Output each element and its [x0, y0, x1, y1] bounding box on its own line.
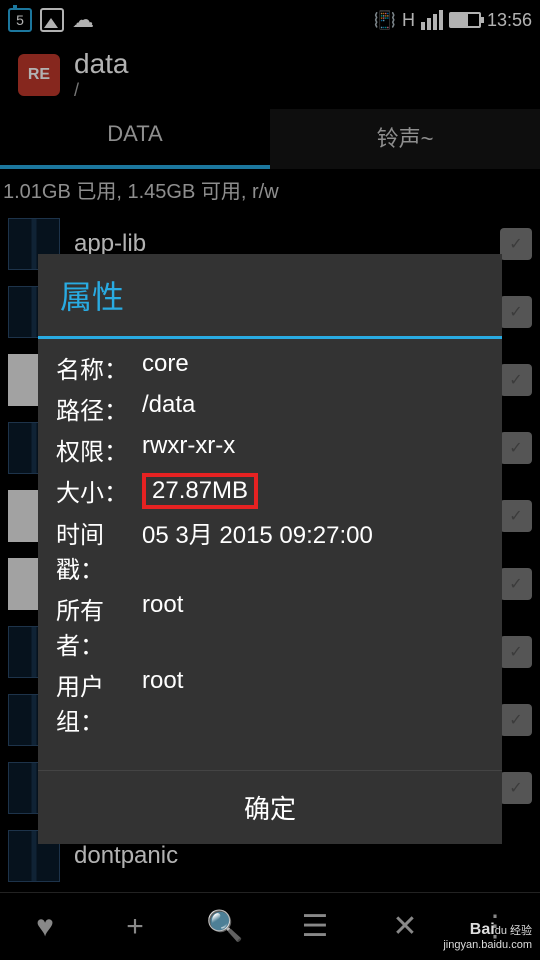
heart-icon: ♥: [36, 910, 54, 944]
watermark: Baidu 经验 jingyan.baidu.com: [443, 920, 532, 952]
prop-value-name: core: [142, 350, 484, 385]
prop-label-size: 大小：: [56, 473, 142, 509]
add-button[interactable]: +: [90, 893, 180, 960]
plus-icon: +: [126, 910, 144, 944]
favorite-button[interactable]: ♥: [0, 893, 90, 960]
search-button[interactable]: 🔍: [180, 893, 270, 960]
dialog-title: 属性: [38, 254, 502, 339]
prop-value-path: /data: [142, 391, 484, 426]
dialog-overlay: 属性 名称： core 路径： /data 权限： rwxr-xr-x 大小： …: [0, 0, 540, 960]
prop-label-path: 路径：: [56, 391, 142, 426]
prop-value-size: 27.87MB: [142, 473, 484, 509]
prop-label-group: 用户组：: [56, 667, 142, 737]
prop-value-timestamp: 05 3月 2015 09:27:00: [142, 515, 484, 585]
properties-dialog: 属性 名称： core 路径： /data 权限： rwxr-xr-x 大小： …: [38, 254, 502, 844]
prop-value-perm: rwxr-xr-x: [142, 432, 484, 467]
sort-button[interactable]: ☰: [270, 893, 360, 960]
search-icon: 🔍: [206, 909, 243, 944]
dialog-body: 名称： core 路径： /data 权限： rwxr-xr-x 大小： 27.…: [38, 339, 502, 770]
size-highlight: 27.87MB: [142, 473, 258, 509]
prop-label-name: 名称：: [56, 350, 142, 385]
prop-label-owner: 所有者：: [56, 591, 142, 661]
prop-value-owner: root: [142, 591, 484, 661]
prop-label-timestamp: 时间戳：: [56, 515, 142, 585]
close-button[interactable]: ✕: [360, 893, 450, 960]
prop-value-group: root: [142, 667, 484, 737]
sort-icon: ☰: [302, 909, 329, 944]
ok-button[interactable]: 确定: [38, 770, 502, 844]
close-icon: ✕: [392, 909, 417, 944]
prop-label-perm: 权限：: [56, 432, 142, 467]
